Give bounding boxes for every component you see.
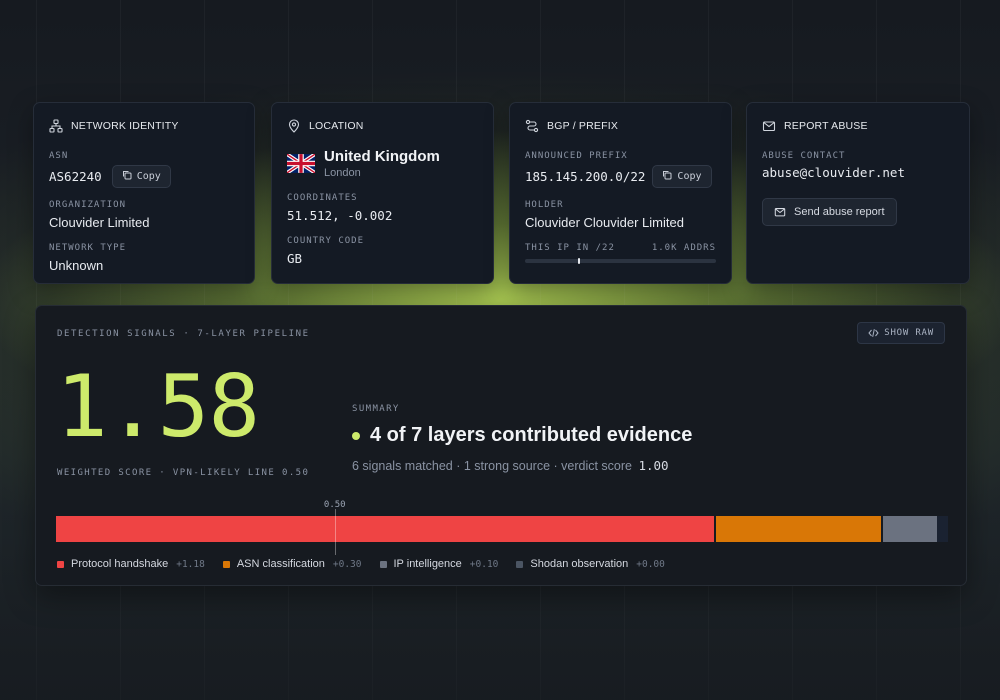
legend-label: Shodan observation — [530, 558, 629, 570]
verdict-score: 1.00 — [638, 458, 669, 473]
copy-label: Copy — [677, 171, 702, 182]
report-abuse-header: REPORT ABUSE — [762, 118, 954, 134]
legend-item: IP intelligence +0.10 — [379, 558, 499, 570]
asn-value: AS62240 — [49, 169, 102, 184]
show-raw-button[interactable]: SHOW RAW — [857, 322, 945, 344]
ip-position-marker — [578, 258, 581, 264]
threshold-label: 0.50 — [323, 500, 346, 510]
coordinates-value: 51.512, -0.002 — [287, 208, 393, 223]
legend-swatch — [379, 560, 387, 568]
bgp-title: BGP / PREFIX — [547, 120, 619, 132]
coordinates-label: COORDINATES — [287, 193, 358, 203]
copy-icon — [122, 170, 132, 183]
location-header: LOCATION — [287, 118, 478, 134]
mail-icon — [774, 206, 786, 218]
map-pin-icon — [287, 119, 301, 133]
announced-prefix-value: 185.145.200.0/22 — [525, 169, 646, 184]
uk-flag-icon — [287, 154, 315, 173]
network-icon — [49, 119, 63, 133]
legend-label: ASN classification — [236, 558, 325, 570]
range-count: 1.0K ADDRS — [651, 243, 716, 253]
location-card: LOCATION United Kingdom London COORDINAT… — [271, 102, 494, 284]
asn-label: ASN — [49, 151, 69, 161]
summary-label: SUMMARY — [352, 404, 400, 414]
city-name: London — [324, 167, 361, 179]
send-abuse-report-button[interactable]: Send abuse report — [762, 198, 897, 226]
detection-signals-panel: DETECTION SIGNALS · 7-LAYER PIPELINE SHO… — [35, 305, 967, 586]
mail-icon — [762, 119, 776, 133]
country-code-value: GB — [287, 251, 303, 266]
summary-status-dot — [352, 431, 360, 440]
organization-value: Clouvider Limited — [49, 215, 150, 230]
legend-swatch — [222, 560, 230, 568]
prefix-range-track — [525, 258, 716, 264]
report-abuse-title: REPORT ABUSE — [784, 120, 868, 132]
abuse-contact-value[interactable]: abuse@clouvider.net — [762, 165, 954, 180]
report-abuse-card: REPORT ABUSE ABUSE CONTACT abuse@clouvid… — [746, 102, 970, 284]
range-label: THIS IP IN /22 — [525, 243, 615, 253]
copy-label: Copy — [136, 171, 161, 182]
network-identity-header: NETWORK IDENTITY — [49, 118, 239, 134]
country-name: United Kingdom — [324, 148, 440, 165]
network-type-label: NETWORK TYPE — [49, 243, 127, 253]
score-bar — [56, 516, 948, 542]
holder-value: Clouvider Clouvider Limited — [525, 215, 684, 230]
bgp-prefix-card: BGP / PREFIX ANNOUNCED PREFIX 185.145.20… — [509, 102, 732, 284]
route-icon — [525, 119, 539, 133]
legend-swatch — [57, 560, 64, 568]
legend-item: ASN classification +0.30 — [222, 558, 362, 570]
weighted-score: 1.58 — [56, 357, 260, 457]
legend-delta: +0.10 — [469, 558, 499, 570]
score-segment-protocol-handshake — [56, 516, 714, 542]
score-caption: WEIGHTED SCORE · VPN-LIKELY LINE 0.50 — [57, 468, 310, 478]
legend-item: Protocol handshake +1.18 — [57, 558, 205, 570]
score-segment-asn-classification — [713, 516, 882, 542]
legend-label: Protocol handshake — [71, 558, 169, 570]
legend-swatch — [516, 560, 524, 568]
network-identity-title: NETWORK IDENTITY — [71, 120, 179, 132]
signal-legend: Protocol handshake +1.18 ASN classificatio… — [57, 558, 683, 570]
legend-delta: +1.18 — [176, 558, 205, 570]
show-raw-label: SHOW RAW — [884, 328, 934, 338]
copy-prefix-button[interactable]: Copy — [652, 165, 712, 188]
organization-label: ORGANIZATION — [49, 200, 127, 210]
score-segment-ip-intelligence — [881, 516, 937, 542]
holder-label: HOLDER — [525, 200, 564, 210]
bgp-header: BGP / PREFIX — [525, 118, 716, 134]
threshold-marker — [334, 509, 336, 555]
location-title: LOCATION — [309, 120, 364, 132]
summary-detail: 6 signals matched · 1 strong source · ve… — [352, 459, 632, 473]
legend-item: Shodan observation +0.00 — [516, 558, 665, 570]
code-icon — [868, 328, 879, 338]
announced-prefix-label: ANNOUNCED PREFIX — [525, 151, 628, 161]
network-type-value: Unknown — [49, 258, 104, 273]
detection-title: DETECTION SIGNALS · 7-LAYER PIPELINE — [57, 329, 310, 339]
send-abuse-report-label: Send abuse report — [794, 206, 885, 218]
copy-asn-button[interactable]: Copy — [111, 165, 171, 188]
legend-label: IP intelligence — [393, 558, 462, 570]
country-code-label: COUNTRY CODE — [287, 236, 365, 246]
legend-delta: +0.00 — [636, 558, 665, 570]
legend-delta: +0.30 — [332, 558, 362, 570]
abuse-contact-label: ABUSE CONTACT — [762, 151, 846, 161]
copy-icon — [662, 170, 672, 183]
network-identity-card: NETWORK IDENTITY ASN AS62240 Copy ORGANI… — [33, 102, 255, 284]
summary-headline: 4 of 7 layers contributed evidence — [370, 424, 693, 446]
